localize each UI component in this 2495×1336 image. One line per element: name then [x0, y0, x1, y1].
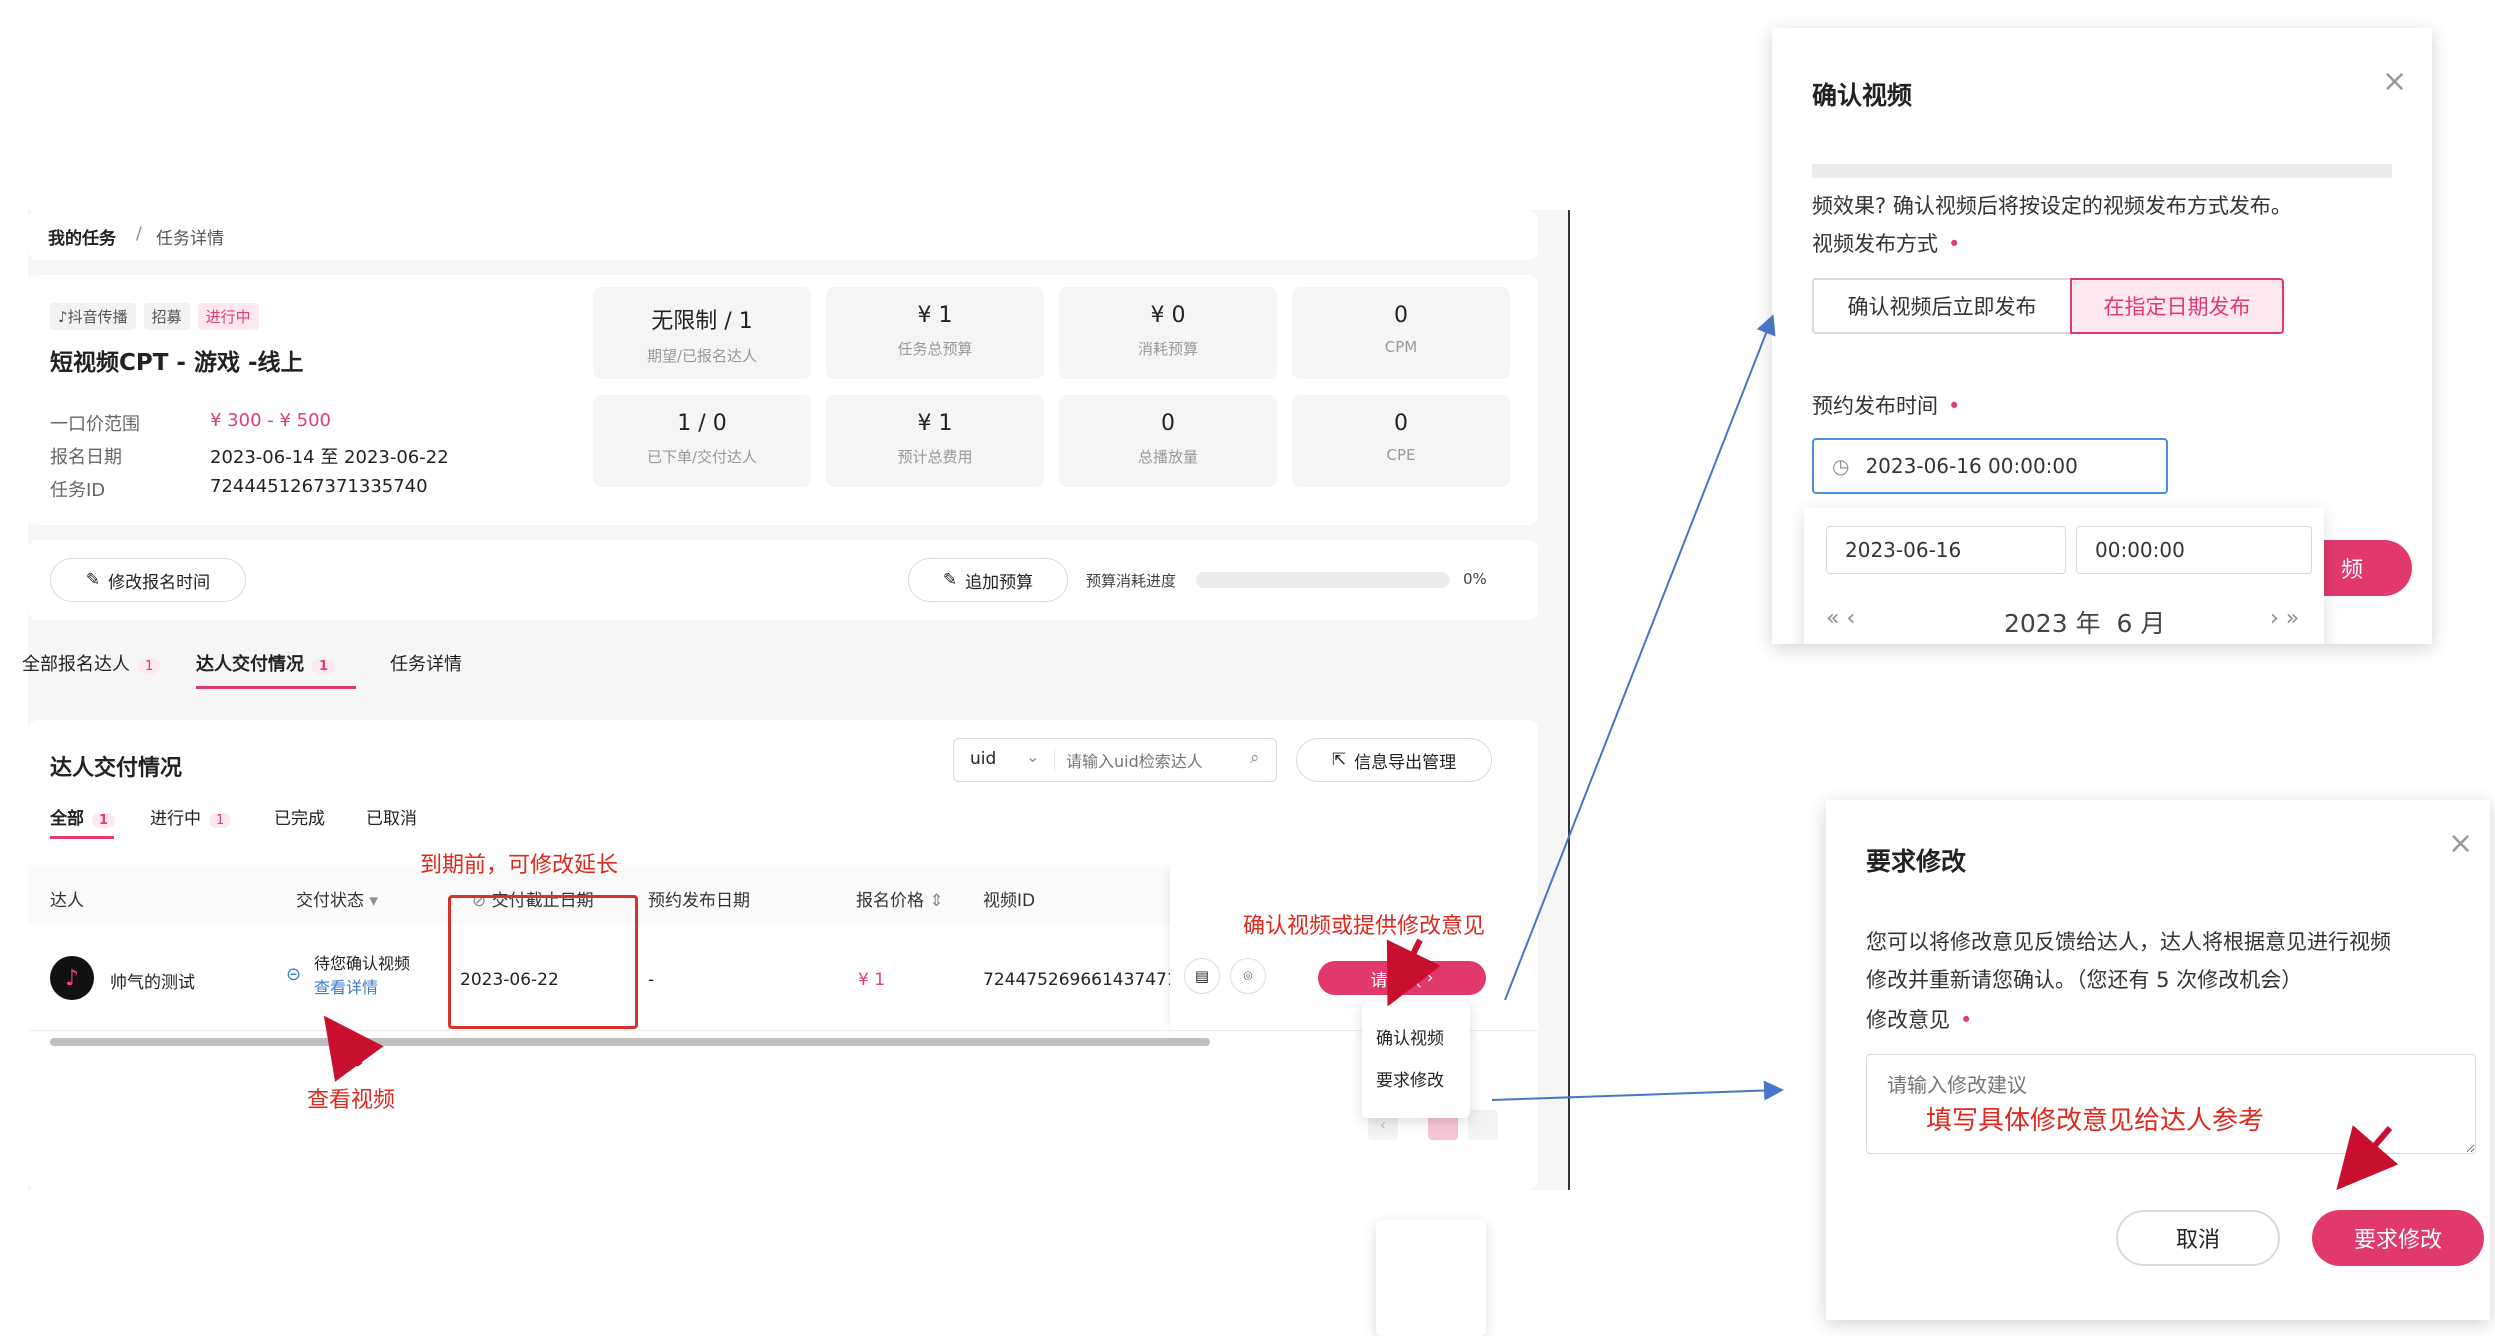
annotation-arrows — [323, 314, 2399, 1191]
arrow-to-view-detail — [323, 1015, 384, 1082]
arrow-to-modify-modal — [1491, 1080, 1784, 1101]
arrow-to-confirm-button — [1386, 938, 1441, 1007]
arrow-to-submit-button — [2336, 1125, 2399, 1191]
arrow-to-confirm-modal — [1504, 314, 1776, 1001]
